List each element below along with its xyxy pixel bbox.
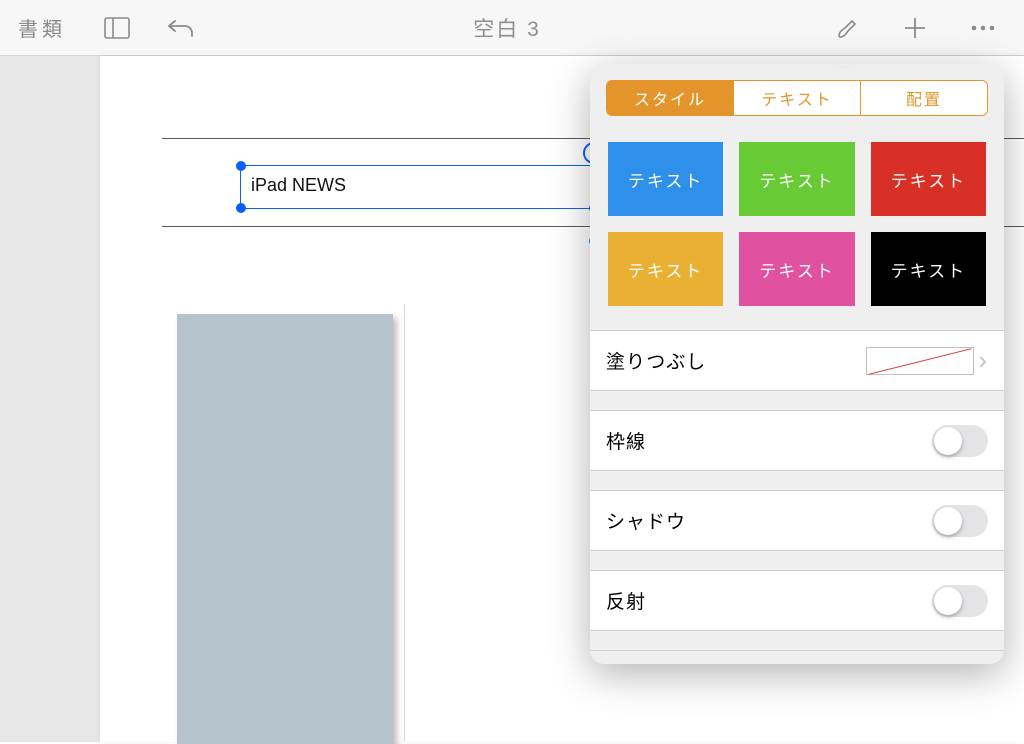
swatch-black[interactable]: テキスト <box>871 232 986 306</box>
swatch-red[interactable]: テキスト <box>871 142 986 216</box>
row-fill[interactable]: 塗りつぶし › <box>590 331 1004 391</box>
format-brush-icon[interactable] <box>830 11 864 45</box>
image-placeholder[interactable] <box>177 314 393 744</box>
row-border[interactable]: 枠線 <box>590 411 1004 471</box>
style-swatches: テキスト テキスト テキスト テキスト テキスト テキスト <box>590 130 1004 330</box>
segmented-control: スタイル テキスト 配置 <box>606 80 988 116</box>
label-shadow: シャドウ <box>606 507 932 534</box>
toggle-border[interactable] <box>932 425 988 457</box>
style-options-list: 塗りつぶし › 枠線 シャドウ 反射 <box>590 330 1004 651</box>
label-fill: 塗りつぶし <box>606 347 866 374</box>
undo-icon[interactable] <box>164 11 198 45</box>
label-border: 枠線 <box>606 427 932 454</box>
document-title: 空白 3 <box>473 18 541 41</box>
resize-handle-top-left[interactable] <box>236 161 246 171</box>
documents-button[interactable]: 書類 <box>14 13 70 42</box>
list-separator <box>590 391 1004 411</box>
row-shadow[interactable]: シャドウ <box>590 491 1004 551</box>
panels-icon[interactable] <box>100 11 134 45</box>
swatch-yellow[interactable]: テキスト <box>608 232 723 306</box>
resize-handle-bottom-left[interactable] <box>236 203 246 213</box>
toggle-reflection[interactable] <box>932 585 988 617</box>
label-reflection: 反射 <box>606 587 932 614</box>
tab-text[interactable]: テキスト <box>734 81 861 115</box>
list-separator <box>590 551 1004 571</box>
more-icon[interactable] <box>966 11 1000 45</box>
page-gutter <box>0 56 100 742</box>
list-separator <box>590 471 1004 491</box>
toggle-shadow[interactable] <box>932 505 988 537</box>
format-popover: スタイル テキスト 配置 テキスト テキスト テキスト テキスト テキスト テキ… <box>590 64 1004 664</box>
swatch-blue[interactable]: テキスト <box>608 142 723 216</box>
toolbar: 書類 空白 3 <box>0 0 1024 56</box>
chevron-right-icon: › <box>978 345 988 376</box>
row-reflection[interactable]: 反射 <box>590 571 1004 631</box>
list-separator <box>590 631 1004 651</box>
swatch-green[interactable]: テキスト <box>739 142 854 216</box>
column-guide <box>404 304 405 742</box>
tab-style[interactable]: スタイル <box>607 81 734 115</box>
fill-preview-none <box>866 347 974 375</box>
swatch-pink[interactable]: テキスト <box>739 232 854 306</box>
add-icon[interactable] <box>898 11 932 45</box>
tab-arrange[interactable]: 配置 <box>861 81 987 115</box>
